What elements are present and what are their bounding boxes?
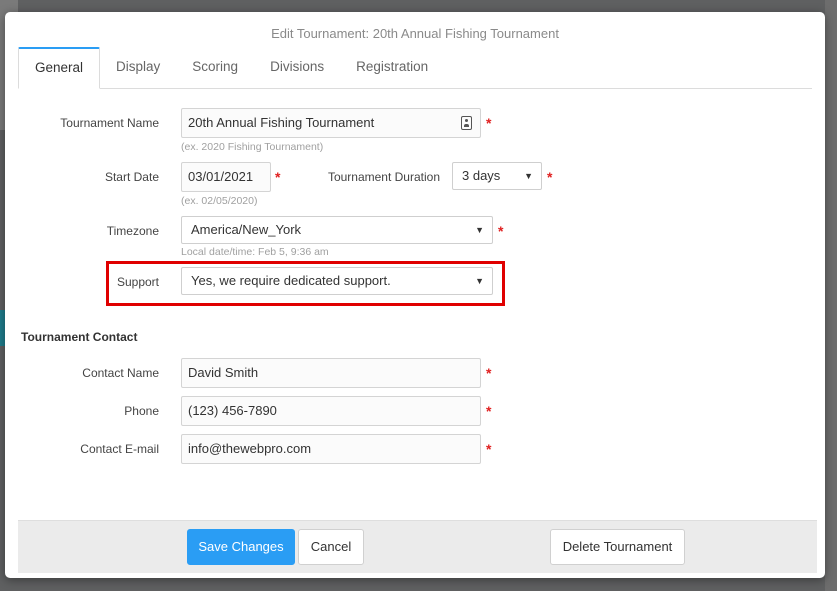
chevron-down-icon: ▼ — [475, 225, 484, 235]
required-marker: * — [498, 223, 504, 239]
support-value: Yes, we require dedicated support. — [191, 273, 391, 288]
tab-divisions[interactable]: Divisions — [254, 47, 340, 89]
tab-registration[interactable]: Registration — [340, 47, 444, 89]
support-select[interactable]: Yes, we require dedicated support. ▼ — [181, 267, 493, 295]
required-marker: * — [486, 115, 492, 131]
contact-email-label: Contact E-mail — [80, 442, 159, 456]
required-marker: * — [486, 441, 492, 457]
duration-value: 3 days — [462, 168, 501, 183]
chevron-down-icon: ▼ — [475, 276, 484, 286]
contact-name-label: Contact Name — [82, 366, 159, 380]
tournament-contact-heading: Tournament Contact — [21, 330, 138, 344]
start-date-label: Start Date — [104, 170, 159, 184]
contact-card-icon[interactable] — [461, 116, 472, 130]
duration-select[interactable]: 3 days ▼ — [452, 162, 542, 190]
timezone-local-time: Local date/time: Feb 5, 9:36 am — [181, 246, 329, 258]
contact-name-input[interactable]: David Smith — [181, 358, 481, 388]
contact-email-value: info@thewebpro.com — [188, 441, 312, 456]
start-date-value: 03/01/2021 — [188, 169, 254, 184]
tab-general[interactable]: General — [18, 47, 101, 89]
modal-title: Edit Tournament: 20th Annual Fishing Tou… — [271, 26, 559, 41]
start-date-input[interactable]: 03/01/2021 — [181, 162, 271, 192]
edit-tournament-modal: Edit Tournament: 20th Annual Fishing Tou… — [5, 12, 825, 578]
delete-tournament-button[interactable]: Delete Tournament — [550, 529, 685, 565]
timezone-value: America/New_York — [191, 222, 302, 237]
required-marker: * — [486, 403, 492, 419]
support-label: Support — [116, 275, 159, 289]
tab-bar: General Display Scoring Divisions Regist… — [18, 47, 812, 89]
tournament-name-input[interactable]: 20th Annual Fishing Tournament — [181, 108, 481, 138]
tournament-name-value: 20th Annual Fishing Tournament — [188, 115, 375, 130]
tournament-name-hint: (ex. 2020 Fishing Tournament) — [181, 141, 324, 153]
tab-scoring[interactable]: Scoring — [176, 47, 254, 89]
required-marker: * — [275, 169, 281, 185]
contact-email-input[interactable]: info@thewebpro.com — [181, 434, 481, 464]
tab-display[interactable]: Display — [100, 47, 176, 89]
save-changes-button[interactable]: Save Changes — [187, 529, 295, 565]
timezone-label: Timezone — [106, 224, 159, 238]
cancel-button[interactable]: Cancel — [298, 529, 364, 565]
required-marker: * — [486, 365, 492, 381]
start-date-hint: (ex. 02/05/2020) — [181, 195, 258, 207]
phone-input[interactable]: (123) 456-7890 — [181, 396, 481, 426]
phone-label: Phone — [124, 404, 159, 418]
duration-label: Tournament Duration — [327, 170, 440, 184]
background-scroll-area — [825, 0, 837, 591]
required-marker: * — [547, 169, 553, 185]
phone-value: (123) 456-7890 — [188, 403, 277, 418]
chevron-down-icon: ▼ — [524, 171, 533, 181]
contact-name-value: David Smith — [188, 365, 259, 380]
modal-footer: Save Changes Cancel Delete Tournament — [18, 520, 817, 573]
timezone-select[interactable]: America/New_York ▼ — [181, 216, 493, 244]
tournament-name-label: Tournament Name — [60, 116, 159, 130]
